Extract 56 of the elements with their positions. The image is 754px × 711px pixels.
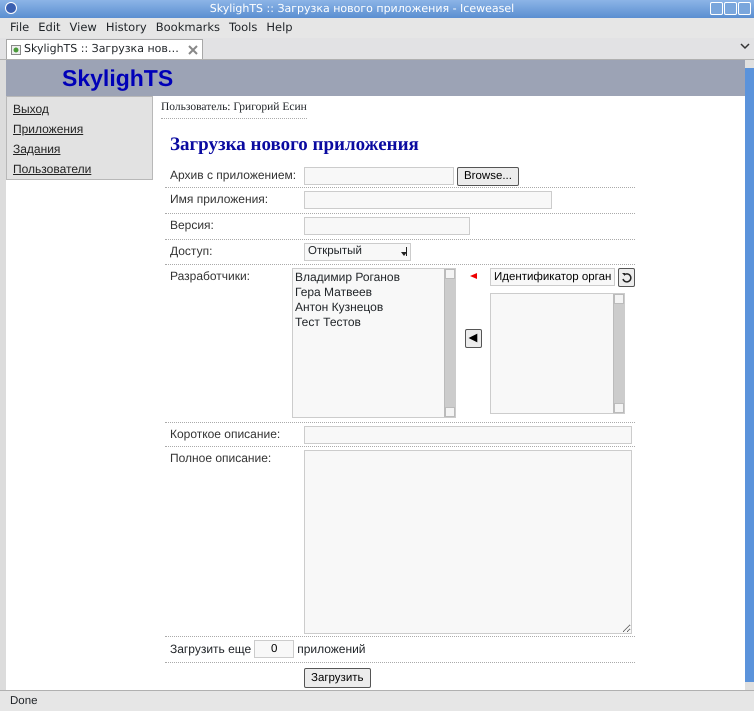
- sidebar-link[interactable]: Задания: [13, 140, 60, 158]
- close-icon[interactable]: [188, 44, 198, 54]
- marker-icon: [470, 272, 476, 279]
- file-field[interactable]: [304, 166, 454, 185]
- full-description-field[interactable]: [304, 450, 632, 634]
- page-heading: Загрузка нового приложения: [170, 133, 420, 158]
- version-field[interactable]: [304, 216, 470, 235]
- menu-item[interactable]: Edit: [38, 19, 61, 37]
- list-item[interactable]: Тест Тестов: [295, 314, 442, 330]
- move-left-button[interactable]: ◀: [464, 328, 482, 348]
- refresh-button[interactable]: [618, 268, 635, 287]
- field-label: Имя приложения:: [169, 190, 270, 207]
- more-text: Загрузить еще: [170, 641, 252, 658]
- developer-list[interactable]: Владимир Роганов Гера Матвеев Антон Кузнецов Тест Тестов: [292, 268, 456, 418]
- maximize-button[interactable]: [724, 2, 737, 15]
- menu-item[interactable]: Bookmarks: [156, 19, 220, 37]
- user-name-text: Пользователь: Григорий Есин: [161, 99, 307, 120]
- field-label: Короткое описание:: [169, 426, 282, 442]
- field-label: Разработчики:: [169, 268, 252, 284]
- chevron-down-icon[interactable]: [740, 42, 750, 50]
- list-item[interactable]: Владимир Роганов: [295, 270, 442, 285]
- close-button[interactable]: [738, 2, 751, 15]
- window-title: SkylighTS :: Загрузка нового приложения - Iceweasel: [208, 1, 516, 17]
- list-item[interactable]: Гера Матвеев: [295, 284, 442, 300]
- field-label: Полное описание:: [169, 450, 272, 466]
- menu-item[interactable]: Tools: [229, 19, 258, 37]
- short-description-field[interactable]: [304, 426, 632, 444]
- field-label: Архив с приложением:: [169, 166, 298, 183]
- page-icon: [11, 44, 21, 54]
- scrollbar[interactable]: [444, 268, 455, 417]
- menu-item[interactable]: Help: [266, 19, 293, 37]
- more-text: приложений: [297, 641, 366, 658]
- menu-item[interactable]: View: [70, 19, 97, 37]
- globe-icon: [5, 2, 17, 14]
- sidebar-link[interactable]: Приложения: [13, 120, 84, 138]
- field-label: Версия:: [169, 216, 215, 233]
- browse-button[interactable]: Browse...: [457, 166, 519, 186]
- site-logo: SkylighTS: [62, 64, 174, 93]
- organization-list[interactable]: [490, 292, 625, 414]
- menu-item[interactable]: File: [10, 19, 30, 37]
- dropdown-icon: [401, 246, 407, 257]
- search-field[interactable]: Идентификатор орган: [490, 268, 615, 286]
- browser-tab[interactable]: SkylighTS :: Загрузка нов…: [6, 39, 203, 59]
- minimize-button[interactable]: [710, 2, 723, 15]
- name-field[interactable]: [304, 190, 552, 209]
- field-label: Доступ:: [169, 242, 214, 259]
- refresh-icon: [621, 272, 632, 283]
- sidebar-link[interactable]: Пользователи: [13, 160, 92, 178]
- submit-button[interactable]: Загрузить: [304, 668, 371, 688]
- list-item[interactable]: Антон Кузнецов: [295, 300, 442, 315]
- access-select[interactable]: Открытый: [304, 242, 411, 261]
- sidebar-link[interactable]: Выход: [13, 100, 49, 118]
- count-field[interactable]: 0: [254, 640, 294, 658]
- scrollbar[interactable]: [613, 294, 624, 413]
- menu-item[interactable]: History: [106, 19, 147, 37]
- status-bar-text: Done: [0, 690, 754, 711]
